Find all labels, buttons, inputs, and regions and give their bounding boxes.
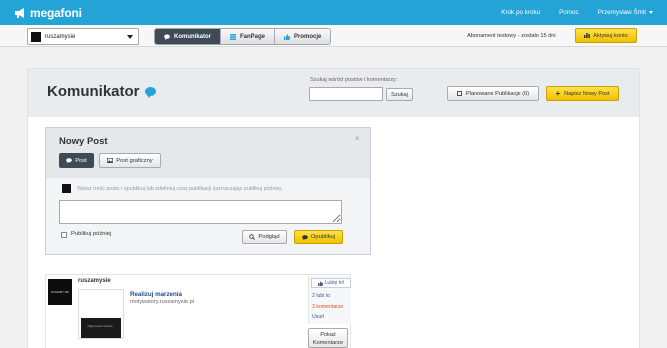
page-avatar	[31, 31, 41, 42]
like-button[interactable]: Lubię to!	[311, 278, 351, 288]
tab-promocje[interactable]: Promocje	[275, 29, 331, 44]
activate-account-button[interactable]: Aktywuj konto	[575, 28, 637, 43]
calendar-icon	[456, 91, 462, 96]
megaphone-icon	[15, 7, 24, 18]
user-name: Przemysław Śmit	[597, 9, 646, 16]
new-post-title: Nowy Post	[59, 136, 108, 147]
page-title: Komunikator	[47, 83, 156, 100]
tab-fanpage[interactable]: FanPage	[221, 29, 276, 44]
chevron-down-icon	[649, 10, 653, 14]
tab-label: Komunikator	[174, 33, 212, 40]
new-post-box: Nowy Post × Post Post graficzny Wpisz tr…	[45, 127, 371, 255]
page-avatar	[62, 184, 71, 193]
write-new-post-button[interactable]: + Napisz Nowy Post	[546, 86, 619, 101]
chat-icon	[164, 33, 170, 40]
link-url: motywatory.ruszamysie.pl	[130, 299, 194, 305]
trial-status: Abonament testowy - zostało 15 dni	[467, 33, 556, 39]
tab-label: FanPage	[240, 33, 266, 40]
page-select[interactable]: ruszamysie	[27, 28, 139, 45]
search-button[interactable]: Szukaj	[386, 88, 413, 101]
avatar-text: RUSZAMY SIĘ	[51, 291, 69, 294]
like-label: Lubię to!	[324, 280, 345, 286]
help-link[interactable]: Pomoc	[559, 9, 579, 16]
preview-button[interactable]: Podgląd	[242, 230, 287, 244]
logo[interactable]: megafoni	[14, 5, 82, 20]
tab-label: Promocje	[294, 33, 322, 40]
image-icon	[107, 158, 114, 163]
post-stats: Lubię to! 2 lubi to 3 komentarze Usuń	[308, 276, 351, 324]
search-label: Szukaj wśród postów i komentarzy:	[310, 77, 398, 83]
close-icon[interactable]: ×	[355, 134, 360, 143]
preview-label: Podgląd	[258, 234, 280, 240]
search-input[interactable]	[309, 87, 383, 101]
user-menu[interactable]: Przemysław Śmit	[598, 9, 653, 16]
chat-bubble-icon	[144, 87, 156, 98]
sub-bar: ruszamysie Komunikator FanPage Promocje …	[0, 25, 667, 47]
page-select-value: ruszamysie	[45, 33, 76, 40]
thumb-icon	[317, 280, 323, 286]
top-bar: megafoni Krok po kroku Pomoc Przemysław …	[0, 0, 667, 25]
main-panel: Komunikator Szukaj wśród postów i koment…	[27, 68, 640, 348]
search-icon	[249, 234, 256, 240]
chart-icon	[584, 33, 591, 38]
post-content-textarea[interactable]	[59, 200, 342, 224]
post-image[interactable]: Nigdy nie jest za późno...	[78, 289, 124, 339]
activate-account-label: Aktywuj konto	[593, 32, 628, 39]
top-links: Krok po kroku Pomoc Przemysław Śmit	[482, 0, 653, 25]
publish-label: Opublikuj	[310, 234, 336, 240]
post-hint: Wpisz treść postu i opublikuj lub zdefin…	[77, 186, 283, 192]
chat-icon	[66, 158, 72, 163]
tab-komunikator[interactable]: Komunikator	[155, 29, 222, 44]
post-type-post-label: Post	[75, 157, 87, 164]
publish-later-checkbox[interactable]	[61, 232, 67, 238]
thumb-icon	[284, 33, 291, 40]
planned-publications-button[interactable]: Planowane Publikacje (0)	[447, 86, 539, 101]
logo-text: megafoni	[30, 5, 82, 20]
write-new-post-label: Napisz Nowy Post	[564, 90, 610, 97]
likes-count[interactable]: 2 lubi to	[312, 293, 330, 299]
new-post-header: Nowy Post × Post Post graficzny	[46, 128, 370, 178]
tab-bar: Komunikator FanPage Promocje	[154, 28, 332, 45]
planned-publications-label: Planowane Publikacje (0)	[465, 90, 530, 97]
header-band: Komunikator Szukaj wśród postów i koment…	[28, 69, 639, 117]
post-author[interactable]: ruszamysie	[78, 278, 111, 284]
plus-icon: +	[555, 89, 561, 98]
feed-post: RUSZAMY SIĘ ruszamysie Nigdy nie jest za…	[45, 274, 351, 348]
post-photo: Nigdy nie jest za późno...	[81, 318, 121, 338]
post-avatar[interactable]: RUSZAMY SIĘ	[48, 279, 72, 305]
link-title[interactable]: Realizuj marzenia	[130, 291, 182, 298]
comments-count[interactable]: 3 komentarze	[312, 304, 343, 310]
chat-icon	[302, 234, 308, 240]
delete-link[interactable]: Usuń	[312, 314, 324, 320]
step-by-step-link[interactable]: Krok po kroku	[501, 9, 540, 16]
post-type-graphic-button[interactable]: Post graficzny	[99, 153, 161, 168]
publish-later-label: Publikuj później	[71, 231, 112, 237]
post-type-graphic-label: Post graficzny	[116, 157, 153, 164]
post-type-post-button[interactable]: Post	[59, 153, 94, 168]
publish-button[interactable]: Opublikuj	[294, 230, 343, 244]
chevron-down-icon	[127, 34, 133, 39]
show-comments-button[interactable]: Pokaż Komentarze	[308, 328, 348, 348]
grid-icon	[230, 33, 237, 40]
photo-caption: Nigdy nie jest za późno...	[87, 325, 115, 328]
page-title-text: Komunikator	[47, 83, 140, 100]
